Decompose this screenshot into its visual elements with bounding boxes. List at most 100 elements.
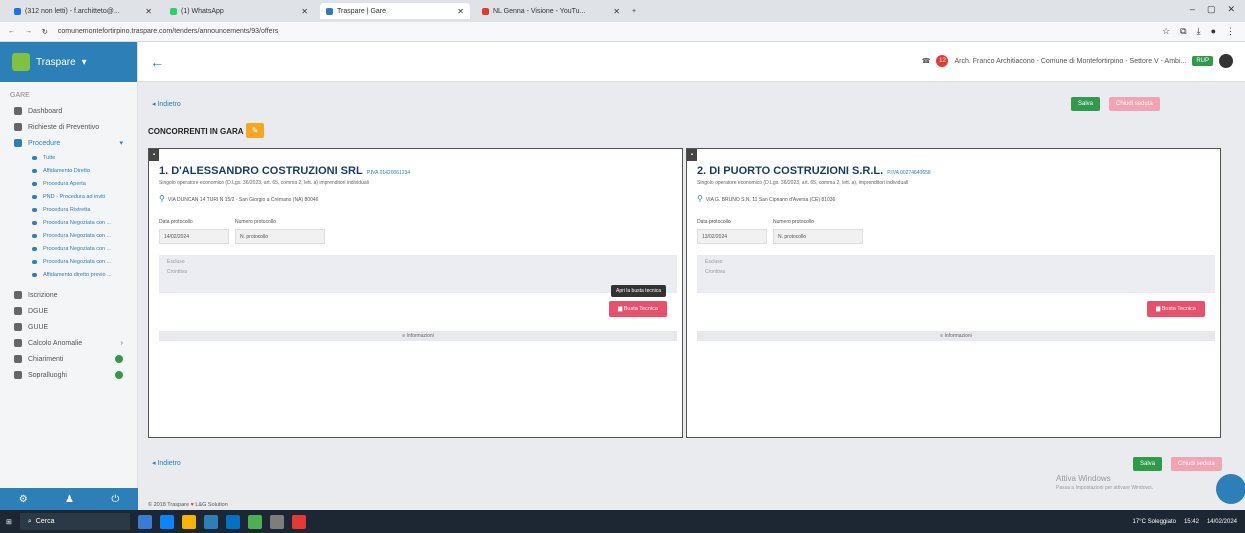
browser-tab[interactable]: NL Genna - Visione - YouTu... ✕ (476, 3, 626, 19)
procedure-icon (14, 139, 22, 147)
close-icon[interactable]: ✕ (301, 7, 308, 16)
busta-tecnica-button[interactable]: ▆ Busta Tecnica (609, 301, 667, 317)
windows-start-icon[interactable]: ⊞ (6, 518, 12, 526)
sidebar-item-chiarimenti[interactable]: Chiarimenti (0, 351, 137, 367)
busta-tecnica-button[interactable]: ▆ Busta Tecnica (1147, 301, 1205, 317)
sidebar-subitem[interactable]: Procedura Negoziata con ... (0, 255, 137, 268)
chevron-down-icon: ▾ (81, 56, 87, 68)
download-icon[interactable]: ⤓ (1197, 26, 1201, 37)
edge-icon[interactable] (159, 514, 174, 529)
edit-button[interactable]: ✎ (246, 123, 264, 138)
sidebar-item-sopralluoghi[interactable]: Sopralluoghi (0, 367, 137, 383)
close-session-button[interactable]: Chiudi seduta (1109, 97, 1160, 111)
system-tray: 17°C Soleggiato 15:42 14/02/2024 (1133, 519, 1237, 525)
save-button[interactable]: Salva (1071, 97, 1101, 111)
sidebar-section-label: GARE (10, 92, 30, 99)
date[interactable]: 14/02/2024 (1207, 519, 1237, 525)
section-title: CONCORRENTI IN GARA (148, 127, 244, 136)
maximize-button[interactable]: ▢ (1207, 4, 1216, 15)
brand[interactable]: Traspare ▾ (0, 42, 137, 82)
sidebar-item-guue[interactable]: GUUE (0, 319, 137, 335)
competitor-address: ⚲ VIA DUNCAN 14 TURI N 15/2 - San Giorgio… (159, 194, 319, 203)
sidebar-subitem[interactable]: Procedura Aperta (0, 177, 137, 190)
extensions-icon[interactable]: ⧉ (1180, 26, 1186, 37)
back-link-bottom[interactable]: ◂ Indietro (152, 459, 181, 467)
topbar: ← ☎ 12 Arch. Franco Architiacono - Comun… (138, 42, 1245, 82)
power-icon[interactable]: ⏻ (111, 494, 119, 505)
sidebar-subitem[interactable]: Affidamento diretto previo ... (0, 268, 137, 281)
save-button-bottom[interactable]: Salva (1133, 457, 1163, 471)
explorer-icon[interactable] (181, 514, 196, 529)
sidebar-subitem[interactable]: PND - Procedura ad inviti (0, 190, 137, 203)
store-icon[interactable] (203, 514, 218, 529)
windows-watermark: Attiva Windows Passa a Impostazioni per a… (1056, 474, 1153, 491)
user-info: Arch. Franco Architiacono - Comune di Mo… (954, 57, 1187, 65)
assistant-avatar[interactable] (1216, 474, 1245, 504)
weather-widget[interactable]: 17°C Soleggiato (1133, 519, 1176, 525)
info-bar[interactable]: ≡ Informazioni (697, 331, 1215, 341)
reload-icon[interactable]: ↻ (42, 28, 48, 36)
info-bar[interactable]: ≡ Informazioni (159, 331, 677, 341)
profile-icon[interactable]: ● (1211, 26, 1216, 37)
status-badge (115, 371, 123, 379)
sidebar-item-iscrizione[interactable]: Iscrizione (0, 287, 137, 303)
back-link[interactable]: ◂ Indietro (152, 100, 181, 108)
close-session-button-bottom[interactable]: Chiudi seduta (1171, 457, 1222, 471)
sidebar-subitem[interactable]: Procedura Negoziata con ... (0, 242, 137, 255)
close-window-button[interactable]: ✕ (1227, 4, 1235, 15)
new-tab-icon[interactable]: + (632, 8, 636, 15)
status-panel: Escluso Cronttiva (159, 255, 677, 293)
sidebar-subitem[interactable]: Procedura Ristretta (0, 203, 137, 216)
browser-tab[interactable]: (1) WhatsApp ✕ (164, 3, 314, 19)
date-field[interactable]: 14/02/2024 (159, 229, 229, 244)
mail-icon[interactable] (225, 514, 240, 529)
mail-icon (14, 7, 21, 15)
minimize-button[interactable]: – (1190, 4, 1195, 15)
sidebar-subitem[interactable]: Procedura Negoziata con ... (0, 229, 137, 242)
status-line: Cronttiva (167, 269, 188, 275)
list-icon (32, 181, 37, 186)
sidebar-item-procedure[interactable]: Procedure ▾ (0, 135, 137, 151)
taskbar: ⊞ ⌕ Cerca 17°C Soleggiato 15:42 14/02/202… (0, 510, 1245, 533)
notification-badge[interactable]: 12 (936, 55, 949, 67)
role-badge: RUP (1192, 56, 1213, 66)
star-icon[interactable]: ☆ (1162, 26, 1170, 37)
settings-icon[interactable]: ⚙ (19, 494, 28, 505)
taskbar-app-icon[interactable] (137, 514, 152, 529)
url-input[interactable]: comunemontefortirpino.traspare.com/tende… (58, 28, 279, 35)
protocol-field[interactable]: N. protocollo (235, 229, 325, 244)
sidebar-item-dashboard[interactable]: Dashboard (0, 103, 137, 119)
date-field[interactable]: 13/02/2024 (697, 229, 767, 244)
sidebar-item-calcolo[interactable]: Calcolo Anomalie › (0, 335, 137, 351)
phone-icon[interactable]: ☎ (922, 57, 931, 65)
chevron-right-icon: › (120, 339, 123, 347)
list-icon (32, 272, 37, 277)
avatar[interactable] (1219, 54, 1233, 68)
clock[interactable]: 15:42 (1184, 519, 1199, 525)
chrome-icon[interactable] (247, 514, 262, 529)
pdf-icon[interactable] (291, 514, 306, 529)
sidebar-item-preventivo[interactable]: Richieste di Preventivo (0, 119, 137, 135)
user-icon[interactable]: ♟ (65, 494, 74, 505)
eye-icon (14, 371, 22, 379)
close-icon[interactable]: ✕ (145, 7, 152, 16)
menu-icon[interactable]: ⋮ (1226, 26, 1235, 37)
gear-icon (14, 291, 22, 299)
close-icon[interactable]: ✕ (613, 7, 620, 16)
protocol-field[interactable]: N. protocollo (773, 229, 863, 244)
search-icon: ⌕ (27, 517, 32, 525)
back-arrow-icon[interactable]: ← (150, 54, 164, 70)
dashboard-icon (14, 107, 22, 115)
forward-nav-icon[interactable]: → (25, 28, 32, 35)
sidebar-subitem[interactable]: Affidamento Diretto (0, 164, 137, 177)
browser-tab-active[interactable]: Traspare | Gare ✕ (320, 3, 470, 19)
sidebar: Traspare ▾ GARE Dashboard Richieste di Pr… (0, 42, 138, 510)
app-icon[interactable] (269, 514, 284, 529)
browser-tab[interactable]: (312 non letti) - f.architteto@... ✕ (8, 3, 158, 19)
back-nav-icon[interactable]: ← (8, 28, 15, 35)
sidebar-subitem[interactable]: Tutte (0, 151, 137, 164)
close-icon[interactable]: ✕ (457, 7, 464, 16)
sidebar-subitem[interactable]: Procedura Negoziata con ... (0, 216, 137, 229)
taskbar-search[interactable]: ⌕ Cerca (19, 513, 130, 530)
sidebar-item-dgue[interactable]: DGUE (0, 303, 137, 319)
